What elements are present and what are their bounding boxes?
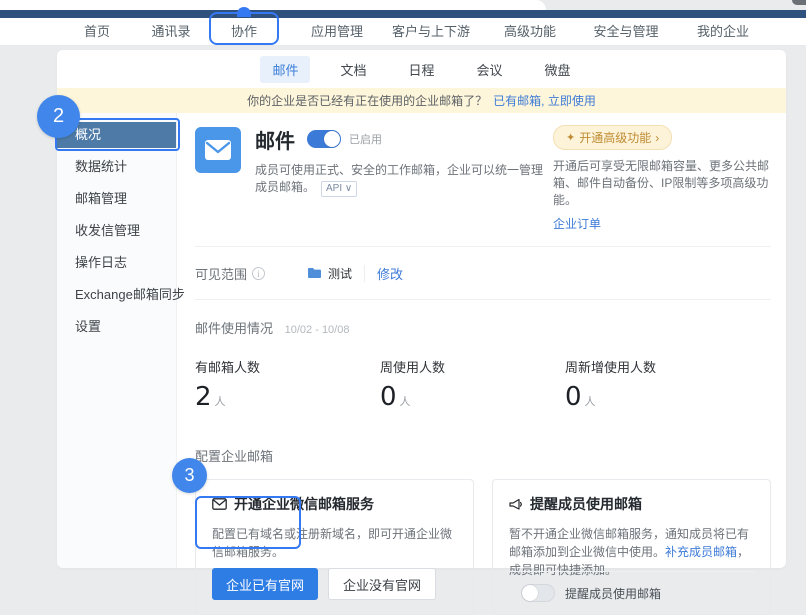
sidebar-item-exchange-sync[interactable]: Exchange邮箱同步 bbox=[57, 282, 176, 308]
stat-weekly-users: 周使用人数 0人 bbox=[380, 357, 565, 412]
divider bbox=[195, 299, 771, 300]
config-section-title: 配置企业邮箱 bbox=[195, 446, 771, 465]
mail-description: 成员可使用正式、安全的工作邮箱，企业可以统一管理成员邮箱。 bbox=[255, 163, 543, 194]
premium-description: 开通后可享受无限邮箱容量、更多公共邮箱、邮件自动备份、IP限制等多项高级功能。 bbox=[553, 158, 771, 209]
modify-link[interactable]: 修改 bbox=[377, 264, 403, 283]
api-dropdown-badge[interactable]: API ∨ bbox=[321, 181, 357, 197]
remind-members-card: 提醒成员使用邮箱 暂不开通企业微信邮箱服务，通知成员将已有邮箱添加到企业微信中使… bbox=[492, 479, 771, 615]
subnav-meeting[interactable]: 会议 bbox=[465, 56, 515, 83]
premium-upgrade-button[interactable]: ✦ 开通高级功能 › bbox=[553, 125, 672, 150]
subnav-mail[interactable]: 邮件 bbox=[260, 56, 310, 83]
card2-title: 提醒成员使用邮箱 bbox=[530, 494, 642, 514]
topnav-security[interactable]: 安全与管理 bbox=[581, 18, 671, 46]
tutorial-step-2-badge: 2 bbox=[37, 95, 80, 138]
remind-toggle-label: 提醒成员使用邮箱 bbox=[565, 585, 661, 602]
sidebar-item-send-receive[interactable]: 收发信管理 bbox=[57, 218, 176, 244]
folder-icon bbox=[307, 267, 322, 279]
usage-period: 10/02 - 10/08 bbox=[285, 324, 350, 336]
chevron-right-icon: › bbox=[655, 131, 659, 145]
divider bbox=[195, 246, 771, 247]
collab-subnav: 邮件 文档 日程 会议 微盘 bbox=[57, 50, 786, 88]
enterprise-order-link[interactable]: 企业订单 bbox=[553, 215, 601, 232]
visible-range-label: 可见范围 bbox=[195, 264, 247, 283]
no-website-button[interactable]: 企业没有官网 bbox=[328, 568, 436, 600]
caret-down-icon: ∨ bbox=[345, 183, 352, 194]
window-corner-fragment bbox=[792, 0, 806, 5]
stat-new-weekly-users: 周新增使用人数 0人 bbox=[565, 357, 750, 412]
info-icon[interactable]: i bbox=[252, 267, 265, 280]
top-navigation: 首页 通讯录 协作 应用管理 客户与上下游 高级功能 安全与管理 我的企业 bbox=[0, 18, 806, 46]
add-member-mailbox-link[interactable]: 补充成员邮箱 bbox=[665, 545, 737, 559]
visible-range-value: 测试 bbox=[328, 265, 352, 282]
banner-question: 你的企业是否已经有正在使用的企业邮箱了？ bbox=[247, 92, 487, 109]
sidebar-item-statistics[interactable]: 数据统计 bbox=[57, 154, 176, 180]
subnav-docs[interactable]: 文档 bbox=[328, 56, 378, 83]
page-title: 邮件 bbox=[255, 125, 295, 154]
has-website-button[interactable]: 企业已有官网 bbox=[212, 568, 318, 600]
enabled-status: 已启用 bbox=[349, 131, 382, 147]
topnav-customers[interactable]: 客户与上下游 bbox=[386, 18, 476, 46]
megaphone-icon bbox=[509, 498, 523, 511]
tutorial-step-3-badge: 3 bbox=[172, 458, 207, 493]
topnav-advanced[interactable]: 高级功能 bbox=[485, 18, 575, 46]
topnav-my-company[interactable]: 我的企业 bbox=[678, 18, 768, 46]
remind-members-toggle[interactable] bbox=[521, 584, 555, 602]
topnav-apps[interactable]: 应用管理 bbox=[292, 18, 382, 46]
sidebar-item-settings[interactable]: 设置 bbox=[57, 314, 176, 340]
mail-enabled-toggle[interactable] bbox=[307, 130, 341, 148]
tutorial-highlight-has-website-button bbox=[195, 496, 301, 549]
subnav-calendar[interactable]: 日程 bbox=[396, 56, 446, 83]
tutorial-highlight-collab-tab bbox=[209, 12, 279, 45]
spark-icon: ✦ bbox=[566, 131, 575, 144]
sidebar-item-logs[interactable]: 操作日志 bbox=[57, 250, 176, 276]
banner-link[interactable]: 已有邮箱, 立即使用 bbox=[493, 92, 596, 109]
mail-app-icon bbox=[195, 127, 241, 173]
mailbox-notice-banner: 你的企业是否已经有正在使用的企业邮箱了？ 已有邮箱, 立即使用 bbox=[57, 88, 786, 113]
mail-sidebar: 概况 数据统计 邮箱管理 收发信管理 操作日志 Exchange邮箱同步 设置 bbox=[57, 113, 177, 568]
sidebar-item-mailbox-mgmt[interactable]: 邮箱管理 bbox=[57, 186, 176, 212]
visible-range-chip: 测试 bbox=[307, 265, 365, 282]
subnav-drive[interactable]: 微盘 bbox=[533, 56, 583, 83]
site-header-bar bbox=[0, 10, 806, 18]
tutorial-pointer bbox=[237, 7, 251, 17]
stat-mailbox-users: 有邮箱人数 2人 bbox=[195, 357, 380, 412]
usage-title: 邮件使用情况 bbox=[195, 321, 273, 336]
